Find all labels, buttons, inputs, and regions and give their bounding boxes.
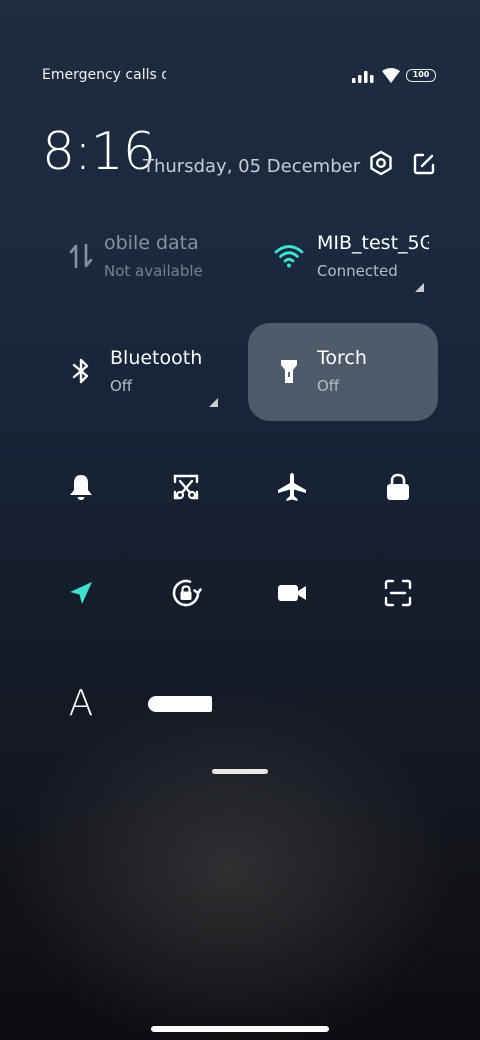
panel-drag-handle[interactable]	[212, 769, 268, 774]
wifi-icon	[274, 245, 304, 268]
lock-screen-toggle[interactable]	[368, 457, 428, 517]
screenshot-toggle[interactable]	[156, 457, 216, 517]
torch-tile[interactable]: Torch Off	[248, 323, 438, 421]
auto-brightness-button[interactable]: A	[51, 673, 111, 733]
bluetooth-status: Off	[110, 377, 133, 395]
mobile-data-icon	[69, 243, 93, 269]
status-icons: 100	[352, 68, 436, 83]
airplane-icon	[278, 473, 306, 501]
date: Thursday, 05 December	[143, 156, 361, 177]
wifi-status-icon	[382, 68, 400, 83]
scan-icon	[384, 579, 412, 607]
edit-icon[interactable]	[412, 152, 436, 176]
scanner-toggle[interactable]	[368, 563, 428, 623]
bluetooth-icon	[72, 358, 89, 384]
settings-icon[interactable]	[368, 150, 394, 176]
rotation-lock-toggle[interactable]	[156, 563, 216, 623]
wifi-status: Connected	[317, 262, 398, 280]
carrier-text: Emergency calls o	[42, 67, 166, 83]
clock: 8:16	[42, 122, 156, 182]
torch-title: Torch	[317, 347, 367, 369]
location-toggle[interactable]	[51, 563, 111, 623]
rotation-lock-icon	[172, 579, 202, 607]
airplane-toggle[interactable]	[262, 457, 322, 517]
bluetooth-tile[interactable]: Bluetooth Off	[42, 323, 232, 421]
torch-status: Off	[317, 377, 340, 395]
mobile-data-title: obile data	[104, 232, 199, 254]
torch-icon	[281, 360, 297, 383]
brightness-label: A	[68, 682, 94, 724]
bell-icon	[70, 475, 92, 500]
video-icon	[278, 585, 306, 601]
bluetooth-expand-indicator[interactable]	[209, 398, 218, 407]
clock-row: 8:16 Thursday, 05 December	[42, 122, 440, 186]
wifi-tile[interactable]: MIB_test_5G Connected	[248, 208, 438, 306]
bluetooth-title: Bluetooth	[110, 347, 203, 369]
brightness-slider[interactable]	[148, 696, 212, 712]
gesture-navigation-bar[interactable]	[151, 1026, 329, 1032]
wifi-network-name: MIB_test_5G	[317, 232, 429, 254]
status-bar: Emergency calls o 100	[42, 66, 436, 88]
location-icon	[70, 582, 92, 604]
screen-recorder-toggle[interactable]	[262, 563, 322, 623]
lock-icon	[387, 473, 409, 500]
battery-icon: 100	[406, 69, 436, 82]
wifi-expand-indicator[interactable]	[415, 283, 424, 292]
mobile-data-status: Not available	[104, 262, 203, 280]
screenshot-icon	[173, 474, 199, 500]
ringer-toggle[interactable]	[51, 457, 111, 517]
mobile-data-tile[interactable]: obile data Not available	[42, 208, 232, 306]
signal-icon	[352, 70, 374, 83]
